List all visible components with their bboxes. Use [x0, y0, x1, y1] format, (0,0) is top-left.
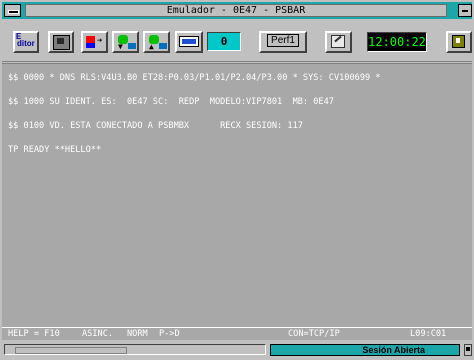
terminal-status-line: HELP = F10 ASINC. NORM P->D CON=TCP/IP L…: [2, 327, 472, 340]
pd-indicator: P->D: [159, 329, 180, 339]
image-icon-detail: [57, 38, 64, 44]
status-progress-panel: [4, 344, 266, 355]
editor-label-bottom: ditor: [17, 39, 35, 48]
profile-button[interactable]: Perf1: [259, 31, 307, 53]
image-button[interactable]: [48, 31, 74, 53]
exit-icon-door: [456, 38, 460, 43]
window-title: Emulador - 0E47 - PSBAR: [25, 4, 447, 17]
arrow-down-icon: ▼: [118, 42, 123, 51]
terminal-line: $$ 0100 VD. ESTA CONECTADO A PSBMBX RECX…: [8, 121, 303, 131]
terminal-line: $$ 1000 SU IDENT. ES: 0E47 SC: REDP MODE…: [8, 97, 334, 107]
manual-icon-bar: [182, 39, 196, 44]
profile-label: Perf1: [267, 34, 299, 47]
upload-button[interactable]: ▼: [112, 31, 139, 53]
status-scroll-button[interactable]: [464, 344, 472, 356]
tools-button[interactable]: [325, 31, 352, 53]
help-hint: HELP = F10: [8, 329, 60, 339]
status-progress-slot: [15, 347, 127, 354]
arrow-right-icon: ➔: [97, 36, 103, 46]
system-menu-button[interactable]: [4, 4, 21, 17]
emulator-window: Emulador - 0E47 - PSBAR E ditor ➔ ▼ ▲ 0 …: [0, 0, 474, 360]
arrow-up-icon: ▲: [149, 42, 154, 51]
color-button[interactable]: ➔: [81, 31, 108, 53]
color-icon-blue: [86, 43, 95, 48]
manual-button[interactable]: [175, 31, 203, 53]
scroll-icon: [466, 347, 470, 351]
status-bar: Sesión Abierta: [2, 340, 472, 360]
connection-indicator: CON=TCP/IP: [288, 329, 340, 339]
norm-indicator: NORM: [127, 329, 148, 339]
counter-display: 0: [207, 32, 241, 51]
manual-icon: [179, 36, 199, 47]
exit-button[interactable]: [446, 31, 472, 53]
minimize-icon: [462, 10, 468, 12]
session-status: Sesión Abierta: [270, 344, 460, 356]
clock-display: 12:00:22: [367, 32, 427, 52]
screen-icon: [128, 43, 136, 49]
toolbar: E ditor ➔ ▼ ▲ 0 Perf1 12:00:22: [2, 21, 472, 62]
screen-icon-2: [159, 43, 167, 49]
terminal-screen[interactable]: $$ 0000 * DNS RLS:V4U3.B0 ET28:P0.03/P1.…: [2, 63, 472, 329]
title-bar[interactable]: Emulador - 0E47 - PSBAR: [2, 2, 472, 19]
terminal-line: $$ 0000 * DNS RLS:V4U3.B0 ET28:P0.03/P1.…: [8, 73, 381, 83]
download-button[interactable]: ▲: [143, 31, 170, 53]
mode-indicator: ASINC.: [82, 329, 114, 339]
minimize-button[interactable]: [458, 4, 472, 17]
editor-button[interactable]: E ditor: [13, 31, 39, 53]
cursor-position: L09:C01: [410, 329, 447, 339]
terminal-line: TP READY **HELLO**: [8, 145, 102, 155]
system-menu-icon: [8, 10, 19, 14]
